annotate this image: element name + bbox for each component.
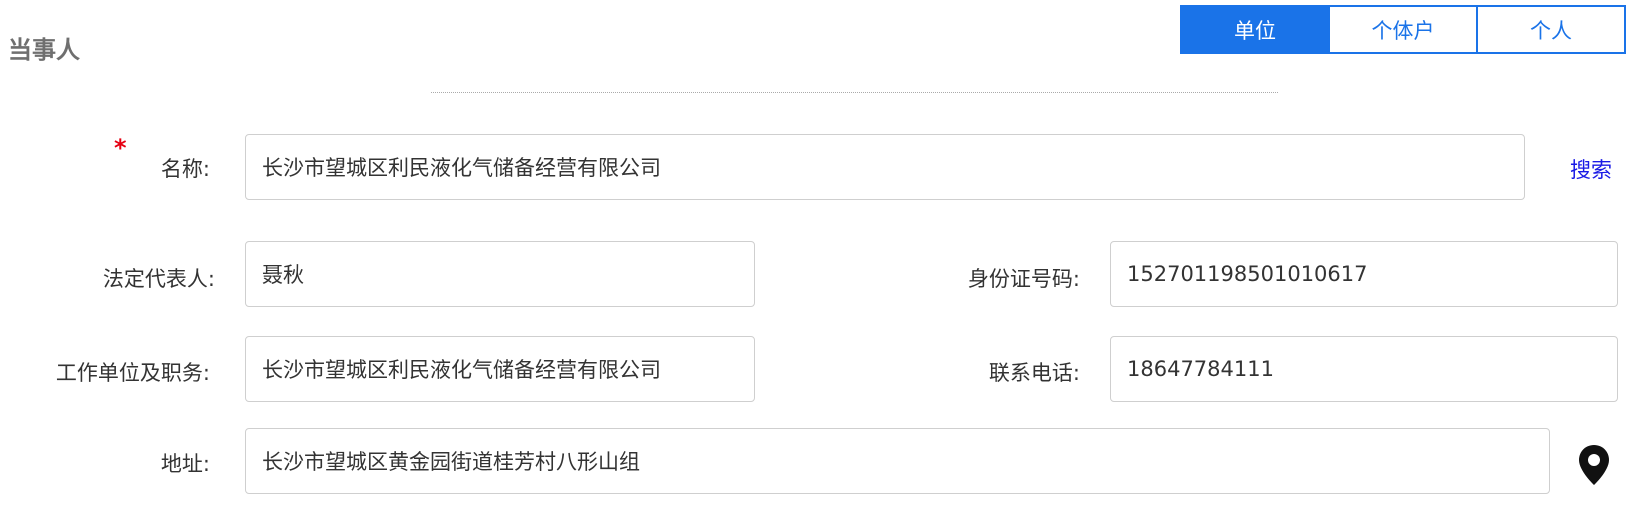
phone-input[interactable] <box>1110 336 1618 402</box>
section-title: 当事人 <box>8 36 80 64</box>
party-type-person-button[interactable]: 个人 <box>1476 5 1626 54</box>
name-input[interactable] <box>245 134 1525 200</box>
party-type-individual-business-button[interactable]: 个体户 <box>1328 5 1478 54</box>
section-divider <box>431 92 1278 93</box>
name-label: 名称: <box>160 157 210 181</box>
search-link[interactable]: 搜索 <box>1570 154 1612 184</box>
phone-label: 联系电话: <box>988 361 1080 385</box>
work-unit-label: 工作单位及职务: <box>55 361 210 385</box>
id-number-label: 身份证号码: <box>967 267 1080 291</box>
map-pin-icon[interactable] <box>1575 443 1613 487</box>
id-number-input[interactable] <box>1110 241 1618 307</box>
work-unit-input[interactable] <box>245 336 755 402</box>
address-label: 地址: <box>160 452 210 476</box>
address-input[interactable] <box>245 428 1550 494</box>
legal-rep-input[interactable] <box>245 241 755 307</box>
party-type-unit-button[interactable]: 单位 <box>1180 5 1330 54</box>
legal-rep-label: 法定代表人: <box>102 267 215 291</box>
